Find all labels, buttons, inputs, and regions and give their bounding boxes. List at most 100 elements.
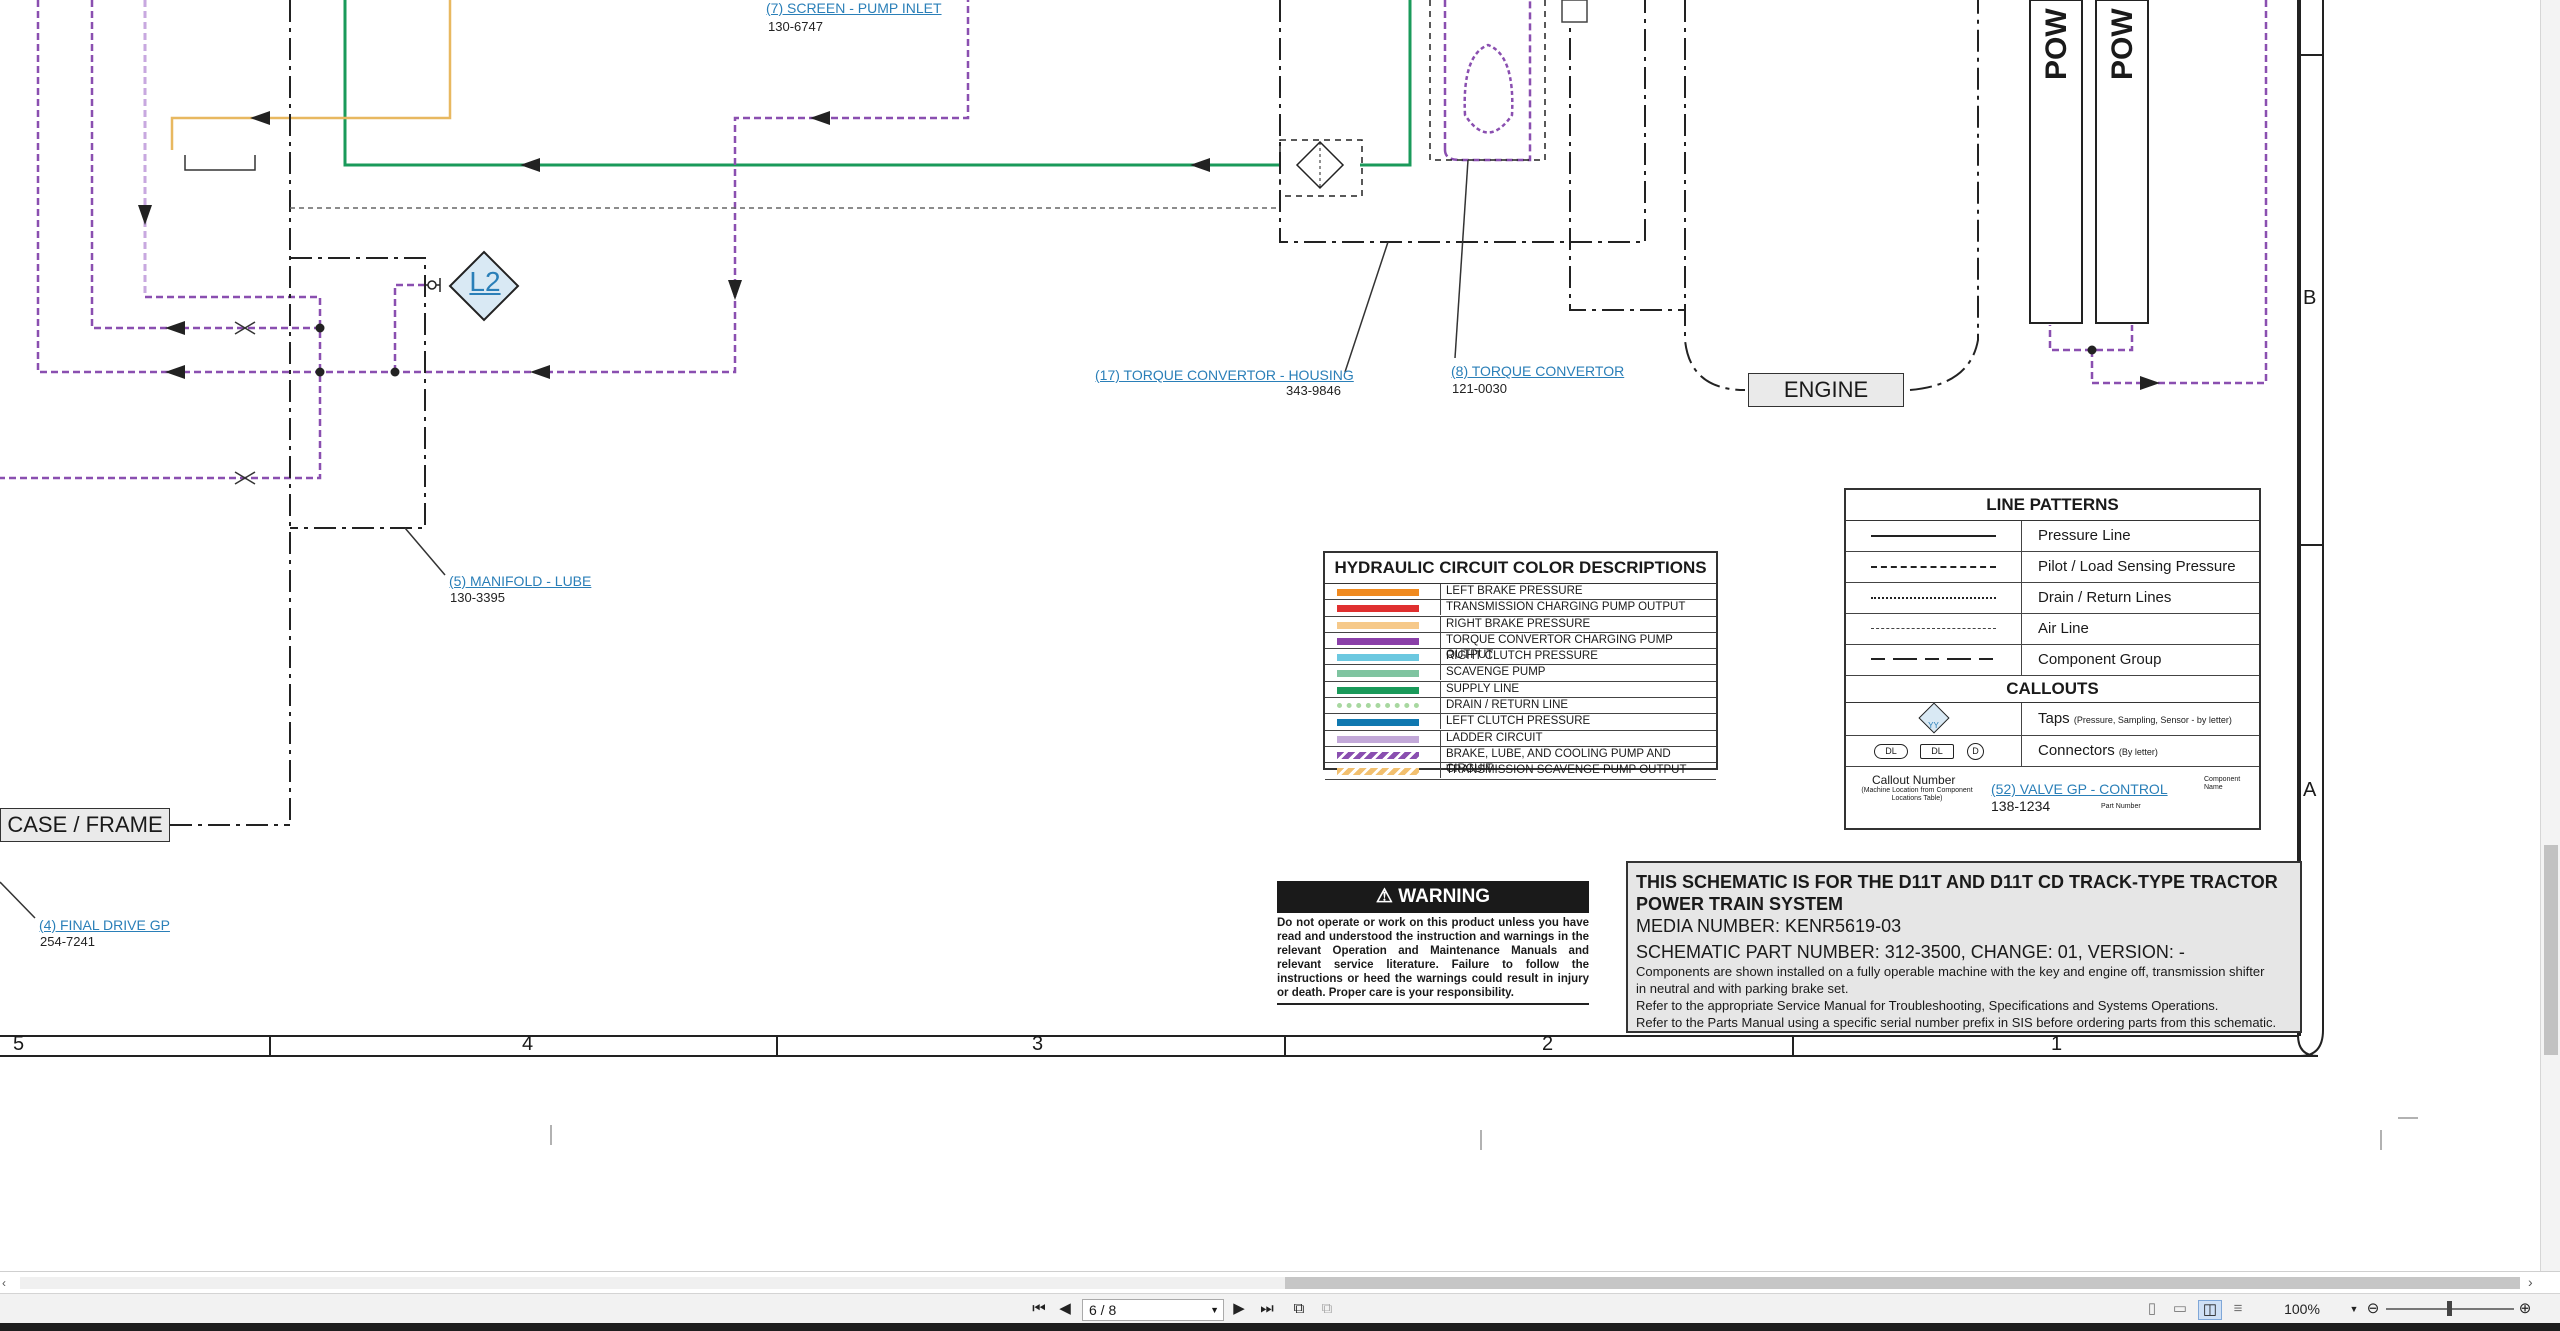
page-selector[interactable]: 6 / 8 ▼ [1082,1299,1224,1321]
horizontal-scrollbar[interactable]: ‹ › [0,1271,2560,1294]
line-patterns-legend: LINE PATTERNS Pressure Line Pilot / Load… [1844,488,2261,830]
example-callout-link[interactable]: (52) VALVE GP - CONTROL [1991,781,2168,797]
legend-row: TRANSMISSION CHARGING PUMP OUTPUT [1325,600,1716,617]
page-selector-value: 6 / 8 [1089,1302,1117,1318]
legend-swatch [1337,637,1419,645]
pattern-air-line: Air Line [1846,614,2259,645]
previous-page-icon[interactable]: ◀ [1056,1300,1074,1318]
pattern-component-group: Component Group [1846,645,2259,676]
legend-label: TRANSMISSION SCAVENGE PUMP OUTPUT [1440,763,1686,779]
line-patterns-title: LINE PATTERNS [1846,490,2259,521]
single-page-view-icon[interactable]: ▯ [2142,1300,2162,1318]
legend-label: BRAKE, LUBE, AND COOLING PUMP AND CIRCUI… [1440,746,1716,775]
grid-column-4: 4 [522,1033,534,1055]
zoom-dropdown-icon[interactable]: ▼ [2348,1300,2360,1318]
case-frame-label: CASE / FRAME [0,808,170,842]
legend-label: RIGHT BRAKE PRESSURE [1440,616,1590,632]
title-note-3: Refer to the Parts Manual using a specif… [1636,1015,2277,1030]
warning-text: Do not operate or work on this product u… [1277,916,1589,1005]
media-number: MEDIA NUMBER: KENR5619-03 [1636,916,1902,936]
legend-label: SCAVENGE PUMP [1440,665,1545,681]
title-block: THIS SCHEMATIC IS FOR THE D11T AND D11T … [1626,861,2302,1033]
example-callout-number-note: (Machine Location from Component Locatio… [1861,787,1973,802]
first-page-icon[interactable]: ⏮ [1028,1300,1050,1318]
two-page-view-icon[interactable]: ◫ [2198,1300,2222,1320]
pattern-pressure-line: Pressure Line [1846,521,2259,552]
connector-dl-icon: DL [1874,744,1908,759]
legend-label: TRANSMISSION CHARGING PUMP OUTPUT [1440,600,1685,616]
scroll-left-icon[interactable]: ‹ [2,1276,6,1290]
taskbar-strip [0,1323,2560,1331]
paste-page-icon[interactable]: ⧉ [1316,1300,1338,1318]
legend-row: LEFT BRAKE PRESSURE [1325,584,1716,601]
engine-label: ENGINE [1748,373,1904,407]
grid-row-a: A [2303,779,2317,801]
scroll-right-icon[interactable]: › [2528,1274,2533,1290]
continuous-view-icon[interactable]: ▭ [2170,1300,2190,1318]
example-callout-number-label: Callout Number [1872,773,1956,787]
connector-dl-square-icon: DL [1920,744,1954,759]
pattern-drain-line: Drain / Return Lines [1846,583,2259,614]
connector-d-icon: D [1967,743,1984,760]
title-line-1: THIS SCHEMATIC IS FOR THE D11T AND D11T … [1636,872,2278,892]
legend-swatch [1337,703,1419,709]
zoom-out-icon[interactable]: ⊖ [2364,1300,2382,1318]
supply-line [343,0,1412,167]
part-number-manifold-lube: 130-3395 [450,590,505,605]
legend-row: TRANSMISSION SCAVENGE PUMP OUTPUT [1325,763,1716,780]
legend-label: LEFT BRAKE PRESSURE [1440,584,1583,599]
legend-swatch [1337,605,1419,613]
warning-title: WARNING [1398,886,1491,907]
zoom-slider-handle[interactable] [2447,1301,2452,1316]
callout-torque-convertor-housing[interactable]: (17) TORQUE CONVERTOR - HOUSING [1095,367,1354,383]
taps-label-cell: Taps (Pressure, Sampling, Sensor - by le… [2021,703,2232,735]
legend-row: TORQUE CONVERTOR CHARGING PUMP OUTPUT [1325,632,1716,661]
legend-row: RIGHT CLUTCH PRESSURE [1325,649,1716,666]
callout-manifold-lube[interactable]: (5) MANIFOLD - LUBE [449,573,591,589]
tap-l2-label[interactable]: L2 [463,266,507,298]
legend-swatch [1337,589,1419,596]
part-number-final-drive: 254-7241 [40,934,95,949]
legend-row: SCAVENGE PUMP [1325,665,1716,682]
zoom-in-icon[interactable]: ⊕ [2516,1300,2534,1318]
legend-label: LADDER CIRCUIT [1440,730,1542,746]
example-part-number-note: Part Number [2101,803,2141,810]
pattern-label: Pilot / Load Sensing Pressure [2021,552,2236,582]
pow-label-1: POW [2040,8,2073,80]
grid-column-3: 3 [1032,1033,1044,1055]
fit-width-icon[interactable]: ≡ [2228,1300,2248,1318]
legend-swatch [1337,751,1419,759]
vertical-scrollbar[interactable] [2540,0,2560,1271]
viewer-toolbar: ⏮ ◀ 6 / 8 ▼ ▶ ⏭ ⧉ ⧉ ▯ ▭ ◫ ≡ 100% ▼ ⊖ ⊕ [0,1293,2560,1324]
next-page-icon[interactable]: ▶ [1230,1300,1248,1318]
connectors-note: (By letter) [2118,747,2158,757]
grid-column-2: 2 [1542,1033,1554,1055]
example-component-name: Component Name [2204,776,2241,791]
legend-row: LADDER CIRCUIT [1325,730,1716,747]
title-note-1b: in neutral and with parking brake set. [1636,981,1849,996]
grid-row-b: B [2303,287,2317,309]
component-group-sample [1871,658,1996,660]
pow-label-2: POW [2106,8,2139,80]
taps-label: Taps [2038,710,2070,727]
part-number-screen-pump-inlet: 130-6747 [768,19,823,34]
copy-page-icon[interactable]: ⧉ [1288,1300,1310,1318]
callout-final-drive[interactable]: (4) FINAL DRIVE GP [39,917,170,933]
connectors-label-cell: Connectors (By letter) [2021,736,2158,766]
legend-label: RIGHT CLUTCH PRESSURE [1440,649,1598,665]
zoom-level: 100% [2284,1301,2320,1317]
grid-column-1: 1 [2051,1033,2063,1055]
chevron-down-icon[interactable]: ▼ [1210,1300,1219,1320]
callout-screen-pump-inlet[interactable]: (7) SCREEN - PUMP INLET [766,0,942,16]
legend-label: SUPPLY LINE [1440,681,1519,697]
part-number-torque-convertor-housing: 343-9846 [1286,383,1341,398]
warning-triangle-icon: ⚠ [1375,886,1393,907]
connectors-label: Connectors [2038,742,2115,759]
vertical-scrollbar-thumb[interactable] [2544,845,2558,1055]
horizontal-scrollbar-thumb[interactable] [1285,1277,2520,1289]
callout-torque-convertor[interactable]: (8) TORQUE CONVERTOR [1451,363,1624,379]
pattern-label: Pressure Line [2021,521,2131,551]
title-note-1: Components are shown installed on a full… [1636,964,2265,979]
legend-swatch [1337,621,1419,629]
last-page-icon[interactable]: ⏭ [1256,1300,1278,1318]
